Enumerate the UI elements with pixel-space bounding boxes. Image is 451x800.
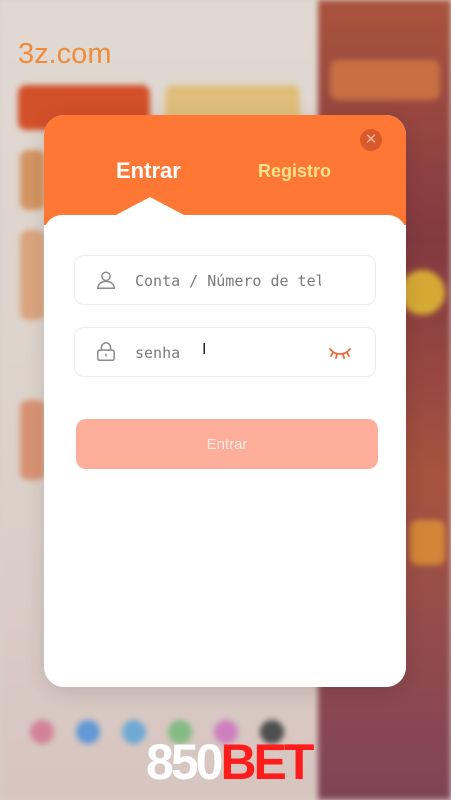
login-modal: Entrar Registro ✕ I Entrar — [44, 115, 406, 687]
tab-login[interactable]: Entrar — [116, 158, 181, 184]
account-field[interactable] — [74, 255, 376, 305]
tab-register[interactable]: Registro — [258, 161, 331, 182]
close-icon: ✕ — [364, 131, 378, 148]
eye-closed-icon[interactable] — [328, 344, 352, 360]
site-domain-watermark: 3z.com — [18, 38, 112, 70]
lock-icon — [97, 342, 115, 361]
text-cursor: I — [202, 341, 207, 358]
close-button[interactable]: ✕ — [360, 129, 382, 151]
brand-logo-number: 850 — [146, 734, 223, 790]
user-icon — [97, 271, 115, 289]
password-field[interactable]: I — [74, 327, 376, 377]
active-tab-indicator — [116, 197, 184, 215]
password-input[interactable] — [135, 340, 321, 366]
modal-header: Entrar Registro ✕ — [44, 115, 406, 225]
account-input[interactable] — [135, 268, 321, 294]
brand-logo-word: BET — [220, 734, 314, 790]
brand-logo: 850BET — [146, 732, 314, 792]
login-submit-button[interactable]: Entrar — [76, 419, 378, 469]
